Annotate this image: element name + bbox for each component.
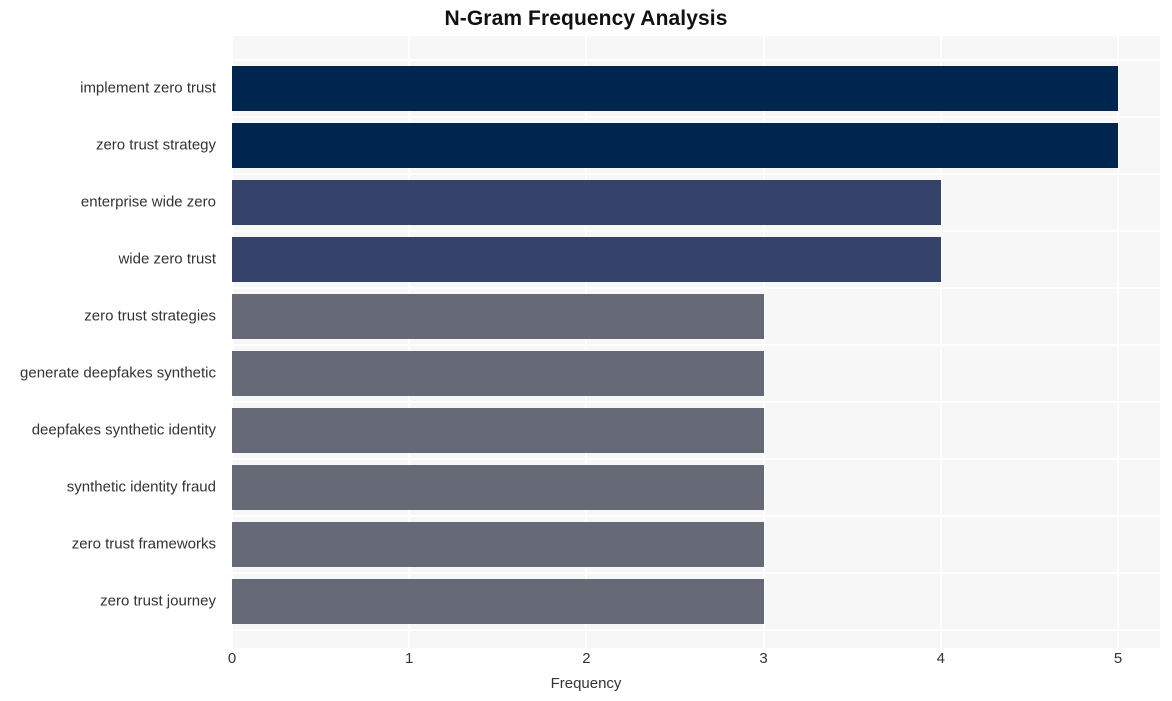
plot-area: [232, 36, 1160, 648]
y-tick-label: zero trust frameworks: [71, 535, 216, 553]
bar[interactable]: [232, 350, 764, 396]
bar[interactable]: [232, 293, 764, 339]
y-axis-tick-labels: implement zero trust zero trust strategy e…: [0, 36, 224, 648]
x-tick-label: 0: [227, 650, 237, 667]
bar[interactable]: [232, 464, 764, 510]
bar[interactable]: [232, 179, 941, 225]
x-tick-label: 1: [405, 650, 414, 667]
x-axis-title: Frequency: [550, 675, 622, 692]
bar[interactable]: [232, 578, 764, 624]
x-tick-label: 4: [936, 650, 945, 667]
bar[interactable]: [232, 65, 1118, 111]
bar[interactable]: [232, 122, 1118, 168]
bar[interactable]: [232, 236, 941, 282]
y-tick-label: wide zero trust: [118, 250, 216, 268]
chart-title: N-Gram Frequency Analysis: [444, 7, 728, 30]
y-tick-label: generate deepfakes synthetic: [20, 364, 216, 382]
x-tick-label: 2: [582, 650, 591, 667]
y-tick-label: enterprise wide zero: [80, 193, 216, 211]
x-tick-label: 3: [759, 650, 768, 667]
y-tick-label: implement zero trust: [80, 79, 216, 97]
y-tick-label: zero trust strategy: [95, 136, 216, 154]
bar-series: [232, 36, 1160, 648]
y-tick-label: synthetic identity fraud: [66, 478, 216, 496]
x-tick-label: 5: [1113, 650, 1123, 667]
bar[interactable]: [232, 407, 764, 453]
bar[interactable]: [232, 521, 764, 567]
y-tick-label: zero trust strategies: [84, 307, 216, 325]
y-tick-label: zero trust journey: [100, 592, 216, 610]
y-tick-label: deepfakes synthetic identity: [31, 421, 216, 439]
ngram-frequency-chart: N-Gram Frequency Analysis implement zero…: [0, 0, 1172, 701]
